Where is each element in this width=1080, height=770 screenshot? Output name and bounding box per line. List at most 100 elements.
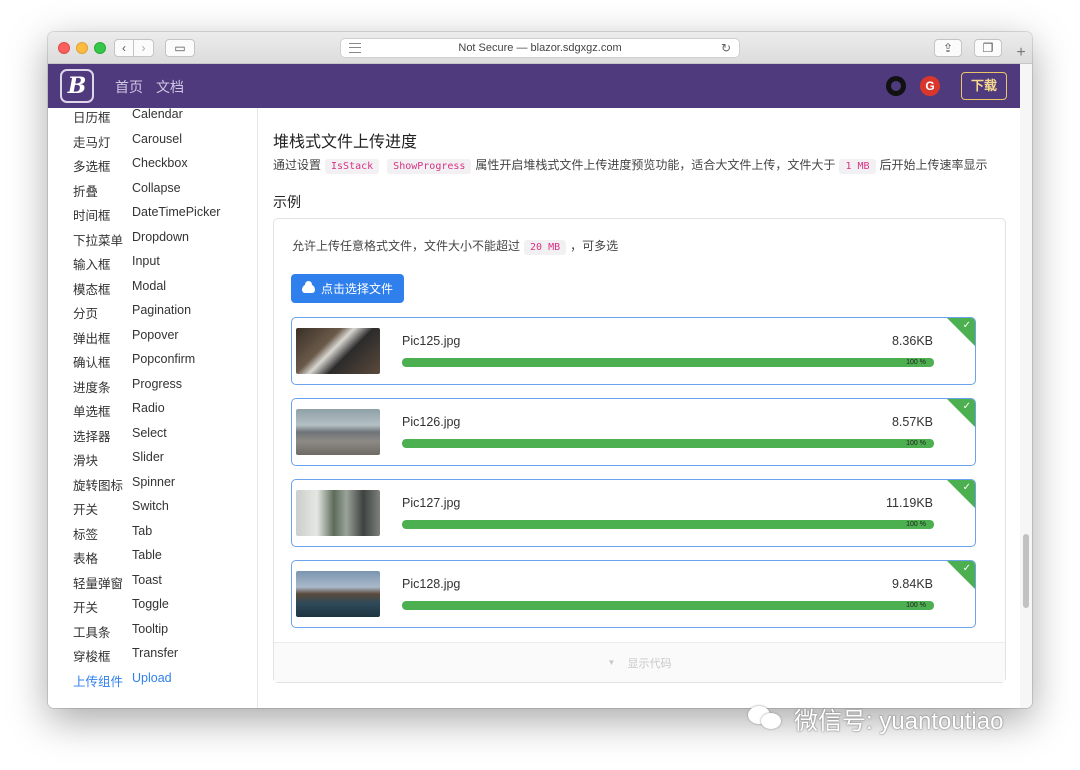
sidebar-item-popconfirm[interactable]: 确认框 Popconfirm <box>73 352 195 372</box>
sidebar-item-select[interactable]: 选择器 Select <box>73 426 167 446</box>
sidebar-item-zh-label: 选择器 <box>73 429 111 444</box>
check-icon: ✓ <box>962 482 971 493</box>
progress-label: 100 % <box>906 440 926 447</box>
sidebar-item-radio[interactable]: 单选框 Radio <box>73 401 165 421</box>
page-scrollbar-thumb[interactable] <box>1023 534 1029 608</box>
gitee-icon[interactable]: G <box>920 76 940 96</box>
new-tab-button[interactable]: + <box>1010 42 1032 64</box>
sidebar-item-en-label: Tab <box>132 523 153 538</box>
wechat-icon <box>748 704 784 732</box>
sidebar-item-tab[interactable]: 标签 Tab <box>73 524 152 544</box>
sidebar-toggle-button[interactable]: ▭ <box>165 39 195 57</box>
sidebar-item-zh-label: 日历框 <box>73 111 111 125</box>
file-thumbnail <box>296 490 380 536</box>
check-icon: ✓ <box>962 563 971 574</box>
sidebar-item-checkbox[interactable]: 多选框 Checkbox <box>73 156 188 176</box>
sidebar-item-zh-label: 表格 <box>73 552 99 566</box>
sidebar-item-zh-label: 工具条 <box>73 625 111 640</box>
sidebar-item-en-label: Popconfirm <box>132 352 196 366</box>
upload-progress-fill: 100 % <box>402 439 934 448</box>
sidebar-item-datetimepicker[interactable]: 时间框 DateTimePicker <box>73 205 220 225</box>
sidebar-item-transfer[interactable]: 穿梭框 Transfer <box>73 646 178 666</box>
file-name: Pic125.jpg <box>402 334 461 348</box>
upload-progress-bar: 100 % <box>402 439 934 448</box>
tabs-overview-button[interactable]: ❐ <box>974 39 1002 57</box>
upload-progress-bar: 100 % <box>402 358 934 367</box>
page-scrollbar[interactable] <box>1020 64 1032 708</box>
nav-docs-link[interactable]: 文档 <box>156 77 184 97</box>
sidebar-item-input[interactable]: 输入框 Input <box>73 254 160 274</box>
sidebar-item-zh-label: 模态框 <box>73 282 111 297</box>
sidebar-item-spinner[interactable]: 旋转图标 Spinner <box>73 475 175 495</box>
sidebar-item-popover[interactable]: 弹出框 Popover <box>73 328 179 348</box>
sidebar-item-en-label: Toggle <box>132 597 169 611</box>
file-thumbnail <box>296 571 380 617</box>
browser-window: ‹ › ▭ Not Secure — blazor.sdgxgz.com ↻ ⇪… <box>48 32 1032 708</box>
sidebar-item-collapse[interactable]: 折叠 Collapse <box>73 181 181 201</box>
intro-suffix: ，可多选 <box>570 239 619 253</box>
minimize-window-button[interactable] <box>76 42 88 54</box>
sidebar-item-zh-label: 弹出框 <box>73 331 111 346</box>
sidebar-item-en-label: Radio <box>132 401 165 415</box>
reader-icon[interactable] <box>349 43 361 53</box>
forward-button[interactable]: › <box>134 39 154 57</box>
file-item: Pic128.jpg 9.84KB 100 % ✓ <box>291 560 976 628</box>
sidebar-item-zh-label: 多选框 <box>73 160 111 174</box>
sidebar-item-zh-label: 输入框 <box>73 258 111 272</box>
download-button[interactable]: 下载 <box>961 72 1007 100</box>
share-button[interactable]: ⇪ <box>934 39 962 57</box>
watermark-text: 微信号: yuantoutiao <box>794 707 1004 735</box>
sidebar-item-dropdown[interactable]: 下拉菜单 Dropdown <box>73 230 189 250</box>
sidebar-item-zh-label: 标签 <box>73 527 99 542</box>
file-thumbnail <box>296 409 380 455</box>
sidebar-item-zh-label: 滑块 <box>73 454 99 468</box>
sidebar-item-switch[interactable]: 开关 Switch <box>73 499 169 519</box>
progress-label: 100 % <box>906 521 926 528</box>
sidebar-item-en-label: Select <box>132 425 167 440</box>
file-name: Pic128.jpg <box>402 577 461 591</box>
share-icon: ⇪ <box>942 41 954 55</box>
show-code-toggle[interactable]: ▼ 显示代码 <box>274 642 1005 682</box>
github-icon[interactable] <box>886 76 906 96</box>
sidebar-item-en-label: Table <box>132 548 162 562</box>
address-bar[interactable]: Not Secure — blazor.sdgxgz.com ↻ <box>340 38 740 58</box>
code-1mb: 1 MB <box>839 159 876 174</box>
sidebar-item-en-label: Spinner <box>132 474 176 489</box>
maximize-window-button[interactable] <box>94 42 106 54</box>
wechat-watermark: 微信号: yuantoutiao <box>748 700 1003 736</box>
sidebar-item-zh-label: 上传组件 <box>73 674 124 689</box>
reload-icon[interactable]: ↻ <box>721 41 731 55</box>
sidebar-item-carousel[interactable]: 走马灯 Carousel <box>73 132 182 152</box>
show-code-label: 显示代码 <box>627 657 672 670</box>
file-item: Pic125.jpg 8.36KB 100 % ✓ <box>291 317 976 385</box>
close-window-button[interactable] <box>58 42 70 54</box>
sidebar-item-zh-label: 开关 <box>73 601 99 615</box>
sidebar-item-toggle[interactable]: 开关 Toggle <box>73 597 169 617</box>
select-file-button[interactable]: 点击选择文件 <box>291 274 404 303</box>
sidebar-item-en-label: Modal <box>132 278 167 293</box>
sidebar-item-slider[interactable]: 滑块 Slider <box>73 450 164 470</box>
sidebar-item-modal[interactable]: 模态框 Modal <box>73 279 166 299</box>
sidebar-item-calendar[interactable]: 日历框 Calendar <box>73 107 183 127</box>
sidebar-item-en-label: Toast <box>132 572 162 587</box>
desc-prefix: 通过设置 <box>273 158 322 172</box>
sidebar-item-en-label: Upload <box>132 670 172 685</box>
code-showprogress: ShowProgress <box>387 159 472 174</box>
sidebar-item-zh-label: 单选框 <box>73 405 111 419</box>
sidebar-item-zh-label: 下拉菜单 <box>73 233 124 248</box>
sidebar-item-table[interactable]: 表格 Table <box>73 548 162 568</box>
site-logo[interactable]: B <box>60 69 94 103</box>
sidebar-item-zh-label: 开关 <box>73 503 99 517</box>
desc-suffix: 后开始上传速率显示 <box>879 158 988 172</box>
sidebar-item-pagination[interactable]: 分页 Pagination <box>73 303 191 323</box>
nav-home-link[interactable]: 首页 <box>115 77 143 97</box>
sidebar-item-tooltip[interactable]: 工具条 Tooltip <box>73 622 168 642</box>
sidebar-item-toast[interactable]: 轻量弹窗 Toast <box>73 573 162 593</box>
back-button[interactable]: ‹ <box>114 39 134 57</box>
cloud-upload-icon <box>301 281 315 293</box>
sidebar-item-upload[interactable]: 上传组件 Upload <box>73 671 172 691</box>
browser-toolbar: ‹ › ▭ Not Secure — blazor.sdgxgz.com ↻ ⇪… <box>48 32 1032 64</box>
sidebar-item-progress[interactable]: 进度条 Progress <box>73 377 182 397</box>
upload-progress-fill: 100 % <box>402 358 934 367</box>
sidebar-item-en-label: Switch <box>132 499 169 513</box>
